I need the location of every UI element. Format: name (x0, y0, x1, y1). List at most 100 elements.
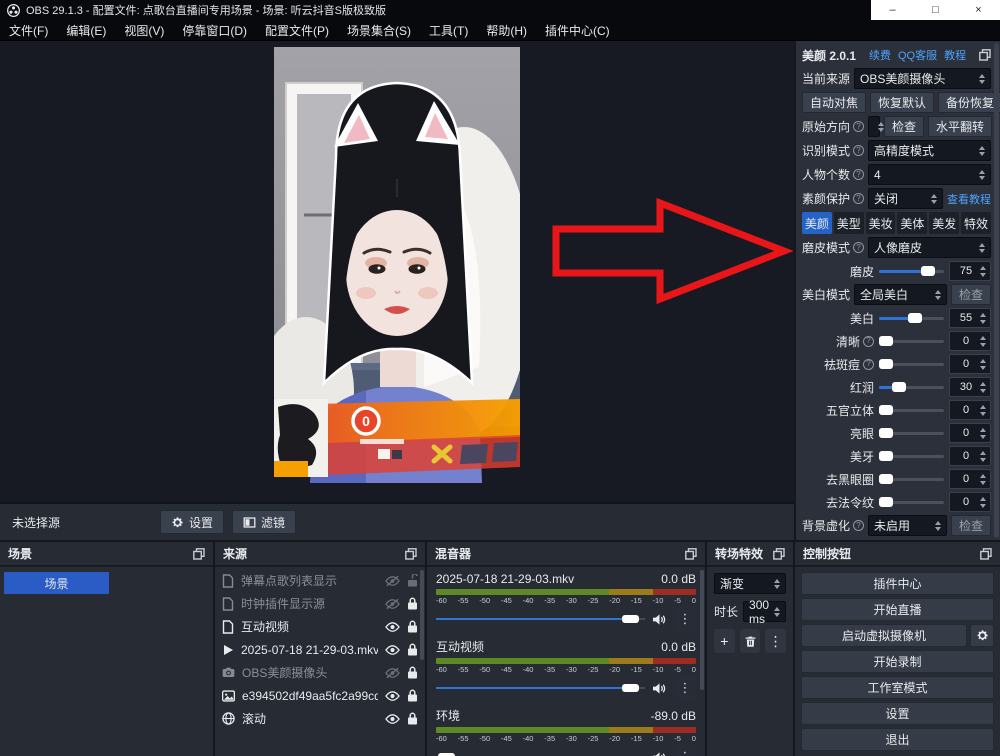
menu-item-view[interactable]: 视图(V) (115, 20, 173, 40)
whitening-slider[interactable] (879, 311, 944, 325)
view-tutorial-link[interactable]: 查看教程 (947, 191, 991, 207)
brighteyes-value-box[interactable]: 0 (949, 423, 991, 443)
unlock-icon[interactable] (407, 574, 418, 587)
source-settings-button[interactable]: 设置 (160, 510, 224, 534)
spinner-arrows-icon[interactable] (979, 170, 985, 180)
virtual-camera-settings-button[interactable] (970, 624, 994, 647)
eye-icon[interactable] (385, 644, 400, 656)
lock-icon[interactable] (407, 666, 418, 679)
plugin-center-button[interactable]: 插件中心 (801, 572, 994, 595)
popout-icon[interactable] (773, 548, 785, 560)
eye-icon[interactable] (385, 690, 400, 702)
info-icon[interactable]: ? (853, 169, 864, 180)
minimize-button[interactable]: – (871, 0, 914, 20)
brighteyes-slider[interactable] (879, 426, 944, 440)
info-icon[interactable]: ? (863, 336, 874, 347)
close-button[interactable]: × (957, 0, 1000, 20)
eye-off-icon[interactable] (385, 667, 400, 679)
orientation-select[interactable]: 上 (868, 116, 880, 137)
nasolabial-slider[interactable] (879, 495, 944, 509)
transition-type-select[interactable]: 渐变 (714, 573, 786, 594)
popout-icon[interactable] (193, 548, 205, 560)
popout-icon[interactable] (980, 548, 992, 560)
start-recording-button[interactable]: 开始录制 (801, 650, 994, 673)
tab-makeup[interactable]: 美妆 (866, 212, 896, 234)
spinner-arrows-icon[interactable] (774, 607, 780, 617)
source-row[interactable]: 滚动 (215, 707, 425, 730)
beauty-scrollbar[interactable] (994, 43, 999, 538)
lock-icon[interactable] (407, 620, 418, 633)
source-row[interactable]: 时钟插件显示源 (215, 592, 425, 615)
maximize-button[interactable]: □ (914, 0, 957, 20)
volume-slider[interactable] (436, 681, 645, 695)
teeth-slider[interactable] (879, 449, 944, 463)
tab-hair[interactable]: 美发 (929, 212, 959, 234)
volume-slider[interactable] (436, 612, 645, 626)
bg-blur-check-button[interactable]: 检查 (951, 515, 991, 536)
menu-item-help[interactable]: 帮助(H) (477, 20, 536, 40)
tab-effects[interactable]: 特效 (961, 212, 991, 234)
smooth-mode-select[interactable]: 人像磨皮 (868, 237, 991, 258)
menu-item-profile[interactable]: 配置文件(P) (256, 20, 338, 40)
source-row[interactable]: OBS美颜摄像头 (215, 661, 425, 684)
mixer-scrollbar[interactable] (700, 570, 704, 690)
tutorial-link[interactable]: 教程 (944, 47, 966, 63)
duration-spinbox[interactable]: 300 ms (743, 601, 786, 622)
popout-icon[interactable] (979, 49, 991, 61)
studio-mode-button[interactable]: 工作室模式 (801, 676, 994, 699)
whitening-check-button[interactable]: 检查 (951, 284, 991, 305)
source-filters-button[interactable]: 滤镜 (232, 510, 296, 534)
channel-menu-button[interactable]: ⋮ (674, 606, 696, 632)
tab-reshape[interactable]: 美型 (834, 212, 864, 234)
clarity-slider[interactable] (879, 334, 944, 348)
menu-item-tools[interactable]: 工具(T) (420, 20, 477, 40)
lock-icon[interactable] (407, 689, 418, 702)
info-icon[interactable]: ? (863, 359, 874, 370)
remove-transition-button[interactable] (740, 629, 761, 653)
speaker-icon[interactable] (652, 751, 667, 756)
menu-item-docks[interactable]: 停靠窗口(D) (173, 20, 256, 40)
info-icon[interactable]: ? (853, 121, 864, 132)
renew-link[interactable]: 续费 (869, 47, 891, 63)
blemish-value-box[interactable]: 0 (949, 354, 991, 374)
backup-restore-button[interactable]: 备份恢复 (938, 92, 1000, 113)
clarity-value-box[interactable]: 0 (949, 331, 991, 351)
eye-off-icon[interactable] (385, 575, 400, 587)
orientation-check-button[interactable]: 检查 (884, 116, 924, 137)
rosy-value-box[interactable]: 30 (949, 377, 991, 397)
makeup-protect-select[interactable]: 关闭 (868, 188, 943, 209)
bg-blur-select[interactable]: 未启用 (868, 515, 947, 536)
info-icon[interactable]: ? (853, 193, 864, 204)
smooth-slider[interactable] (879, 264, 944, 278)
eye-icon[interactable] (385, 621, 400, 633)
lock-icon[interactable] (407, 712, 418, 725)
restore-default-button[interactable]: 恢复默认 (870, 92, 934, 113)
source-row[interactable]: 互动视频 (215, 615, 425, 638)
qq-support-link[interactable]: QQ客服 (898, 47, 937, 63)
nasolabial-value-box[interactable]: 0 (949, 492, 991, 512)
whitening-mode-select[interactable]: 全局美白 (854, 284, 947, 305)
autofocus-button[interactable]: 自动对焦 (802, 92, 866, 113)
start-virtual-camera-button[interactable]: 启动虚拟摄像机 (801, 624, 967, 647)
darkcircle-value-box[interactable]: 0 (949, 469, 991, 489)
tab-beauty[interactable]: 美颜 (802, 212, 832, 234)
menu-item-edit[interactable]: 编辑(E) (57, 20, 115, 40)
sources-scrollbar[interactable] (420, 570, 424, 660)
program-preview[interactable]: 0 (0, 41, 794, 502)
rosy-slider[interactable] (879, 380, 944, 394)
info-icon[interactable]: ? (853, 520, 864, 531)
popout-icon[interactable] (405, 548, 417, 560)
teeth-value-box[interactable]: 0 (949, 446, 991, 466)
exit-button[interactable]: 退出 (801, 728, 994, 751)
scene-list-item[interactable]: 场景 (4, 572, 109, 594)
settings-button[interactable]: 设置 (801, 702, 994, 725)
lock-icon[interactable] (407, 597, 418, 610)
channel-menu-button[interactable]: ⋮ (674, 675, 696, 701)
face3d-value-box[interactable]: 0 (949, 400, 991, 420)
tab-body[interactable]: 美体 (897, 212, 927, 234)
current-source-select[interactable]: OBS美颜摄像头 (854, 68, 991, 89)
darkcircle-slider[interactable] (879, 472, 944, 486)
eye-off-icon[interactable] (385, 598, 400, 610)
recognition-mode-select[interactable]: 高精度模式 (868, 140, 991, 161)
face3d-slider[interactable] (879, 403, 944, 417)
